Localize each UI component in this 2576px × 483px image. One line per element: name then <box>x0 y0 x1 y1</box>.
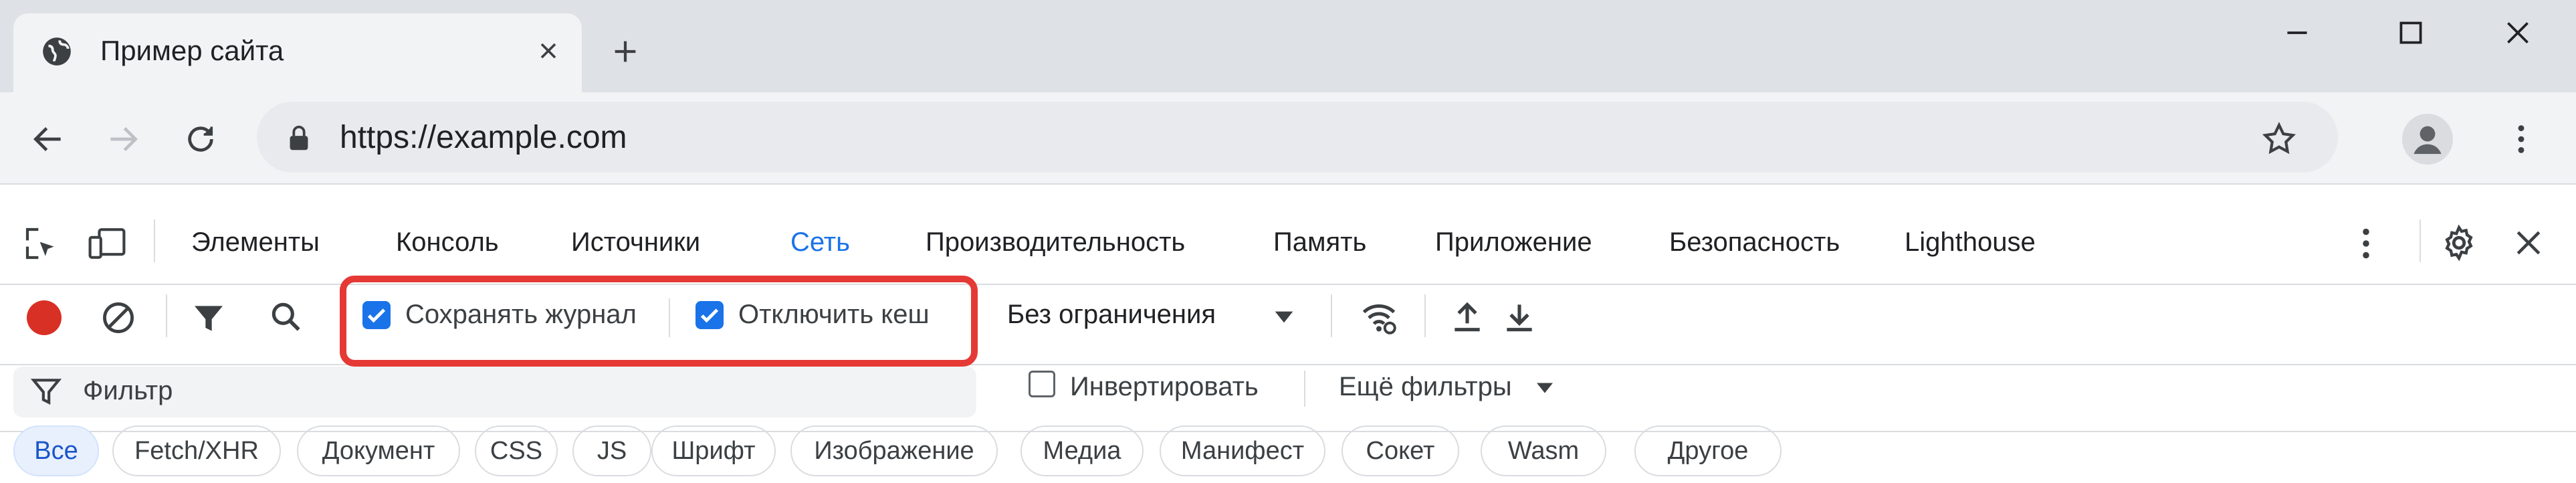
chevron-down-icon[interactable] <box>1271 305 1297 329</box>
filter-chip-css[interactable]: CSS <box>475 425 558 476</box>
close-devtools-icon[interactable] <box>2510 225 2547 261</box>
filter-chip-wasm[interactable]: Wasm <box>1481 425 1606 476</box>
preserve-log-checkbox[interactable] <box>362 301 391 329</box>
reload-icon[interactable] <box>182 120 219 158</box>
tab-lighthouse[interactable]: Lighthouse <box>1905 227 2036 258</box>
minimize-window-icon[interactable] <box>2280 16 2314 50</box>
tab-security[interactable]: Безопасность <box>1669 227 1840 258</box>
tab-console[interactable]: Консоль <box>396 227 499 258</box>
separator <box>1304 371 1305 407</box>
filter-chip-image[interactable]: Изображение <box>790 425 998 476</box>
maximize-window-icon[interactable] <box>2394 16 2428 50</box>
filter-icon[interactable] <box>190 300 227 337</box>
more-filters-chevron-icon[interactable] <box>1533 377 1557 399</box>
profile-avatar[interactable] <box>2402 114 2453 165</box>
device-toolbar-icon[interactable] <box>87 225 127 262</box>
browser-tab[interactable] <box>13 13 582 92</box>
throttling-select[interactable]: Без ограничения <box>1007 300 1216 330</box>
filter-chip-socket[interactable]: Сокет <box>1341 425 1459 476</box>
filter-funnel-icon <box>29 375 63 408</box>
filter-chip-media[interactable]: Медиа <box>1021 425 1144 476</box>
separator <box>1331 294 1332 337</box>
inspect-element-icon[interactable] <box>23 225 60 262</box>
filter-chip-fetch-xhr[interactable]: Fetch/XHR <box>112 425 281 476</box>
more-filters-button[interactable]: Ещё фильтры <box>1339 372 1512 402</box>
filter-placeholder[interactable]: Фильтр <box>83 376 173 406</box>
tab-elements[interactable]: Элементы <box>191 227 320 258</box>
lock-icon[interactable] <box>284 123 314 154</box>
invert-label[interactable]: Инвертировать <box>1070 372 1259 402</box>
browser-menu-icon[interactable] <box>2508 120 2535 158</box>
preserve-log-label[interactable]: Сохранять журнал <box>405 300 637 330</box>
url-text[interactable]: https://example.com <box>340 119 627 156</box>
network-conditions-icon[interactable] <box>1359 297 1399 337</box>
filter-chip-font[interactable]: Шрифт <box>651 425 776 476</box>
bookmark-star-icon[interactable] <box>2260 120 2298 158</box>
tab-memory[interactable]: Память <box>1273 227 1366 258</box>
tab-application[interactable]: Приложение <box>1435 227 1592 258</box>
new-tab-icon[interactable] <box>610 36 641 67</box>
search-icon[interactable] <box>267 298 305 336</box>
close-window-icon[interactable] <box>2501 16 2535 50</box>
filter-chip-all[interactable]: Все <box>13 425 99 476</box>
separator <box>166 294 167 337</box>
settings-gear-icon[interactable] <box>2440 223 2478 262</box>
filter-chip-js[interactable]: JS <box>572 425 651 476</box>
forward-icon[interactable] <box>104 120 142 158</box>
tab-network[interactable]: Сеть <box>790 227 850 258</box>
disable-cache-label[interactable]: Отключить кеш <box>738 300 930 330</box>
record-button[interactable] <box>27 300 62 335</box>
separator <box>669 298 670 337</box>
tab-title: Пример сайта <box>100 35 284 66</box>
filter-chip-other[interactable]: Другое <box>1634 425 1782 476</box>
tab-performance[interactable]: Производительность <box>926 227 1185 258</box>
devtools-more-icon[interactable] <box>2353 223 2379 264</box>
clear-icon[interactable] <box>99 298 138 337</box>
filter-chip-manifest[interactable]: Манифест <box>1160 425 1325 476</box>
invert-checkbox[interactable] <box>1029 371 1055 397</box>
separator <box>154 219 155 262</box>
globe-icon <box>40 35 74 68</box>
close-tab-icon[interactable] <box>535 37 562 64</box>
filter-chip-document[interactable]: Документ <box>297 425 460 476</box>
back-icon[interactable] <box>29 120 67 158</box>
disable-cache-checkbox[interactable] <box>695 301 724 329</box>
separator <box>1424 294 1426 337</box>
separator <box>2420 219 2421 262</box>
tab-sources[interactable]: Источники <box>571 227 700 258</box>
import-har-icon[interactable] <box>1448 297 1486 337</box>
export-har-icon[interactable] <box>1501 297 1538 337</box>
